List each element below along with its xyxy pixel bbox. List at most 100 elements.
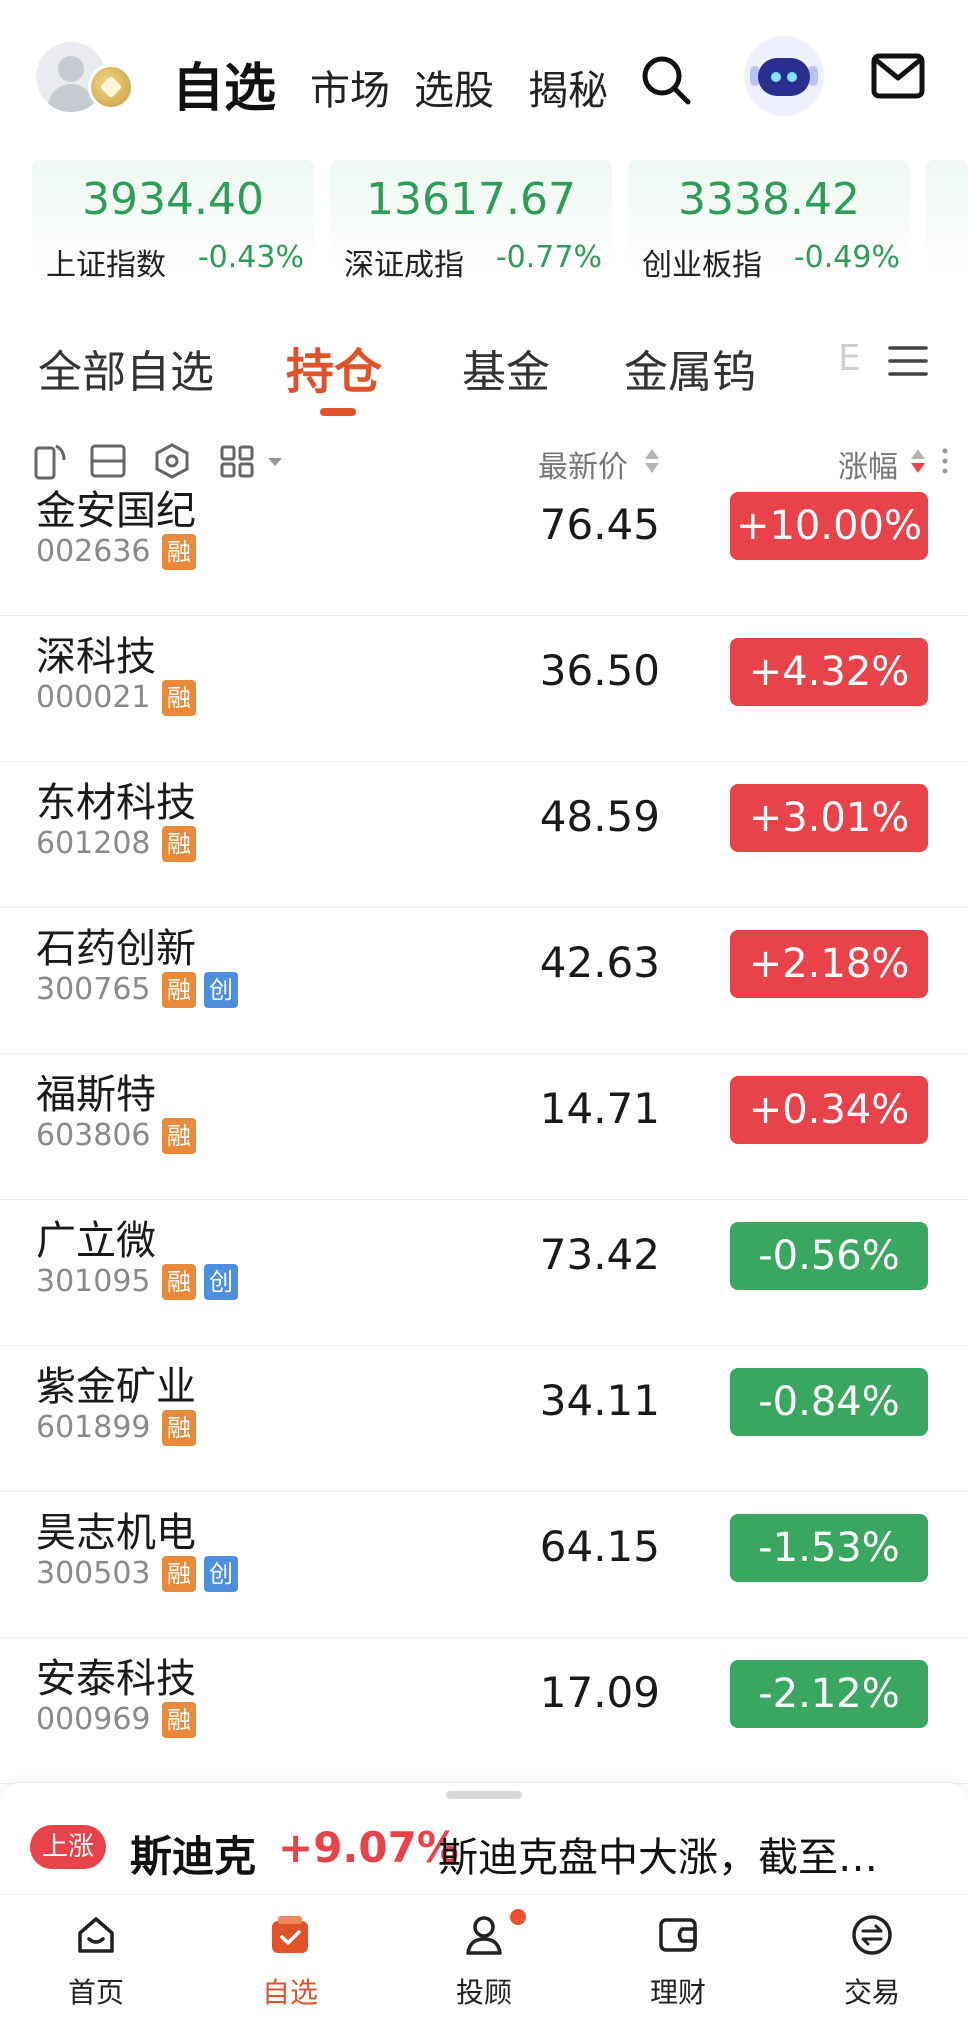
stock-code: 000021 xyxy=(36,680,151,715)
nav-link-reveal[interactable]: 揭秘 xyxy=(528,58,608,116)
index-name: 上证指数 xyxy=(46,248,166,283)
tab-holdings[interactable]: 持仓 xyxy=(286,332,382,402)
stock-name: 东材科技 xyxy=(36,780,196,826)
nav-item-label: 自选 xyxy=(261,1976,318,2009)
stock-price: 42.63 xyxy=(539,938,660,987)
stock-name: 紫金矿业 xyxy=(36,1364,196,1410)
stock-row[interactable]: 紫金矿业 601899 融 34.11 -0.84% xyxy=(0,1346,968,1492)
stock-row[interactable]: 深科技 000021 融 36.50 +4.32% xyxy=(0,616,968,762)
ai-assistant-icon[interactable] xyxy=(744,36,824,116)
index-change: -0.77% xyxy=(495,240,602,275)
index-card-shanghai[interactable]: 3934.40 上证指数 -0.43% xyxy=(32,160,314,283)
search-icon[interactable] xyxy=(638,52,694,108)
news-ticker[interactable]: 上涨 斯迪克 +9.07% 斯迪克盘中大涨，截至… xyxy=(0,1782,968,1894)
tab-funds[interactable]: 基金 xyxy=(462,336,550,400)
change-pill[interactable]: -1.53% xyxy=(730,1514,928,1582)
stock-name: 石药创新 xyxy=(36,926,196,972)
stock-name: 安泰科技 xyxy=(36,1656,196,1702)
margin-tag: 融 xyxy=(162,826,196,862)
change-pill[interactable]: -0.56% xyxy=(730,1222,928,1290)
ticker-headline: 斯迪克盘中大涨，截至… xyxy=(438,1835,878,1881)
index-change: -0.49% xyxy=(793,240,900,275)
stock-name: 昊志机电 xyxy=(36,1510,196,1556)
chinext-tag: 创 xyxy=(204,1556,238,1592)
notification-dot xyxy=(510,1909,526,1925)
stock-row[interactable]: 安泰科技 000969 融 17.09 -2.12% xyxy=(0,1638,968,1784)
tab-overflow-hint[interactable]: E xyxy=(838,338,861,379)
top-header: 自选 市场 选股 揭秘 xyxy=(0,0,968,150)
nav-item-label: 首页 xyxy=(67,1976,124,2009)
change-pill[interactable]: +0.34% xyxy=(730,1076,928,1144)
index-card-chinext[interactable]: 3338.42 创业板指 -0.49% xyxy=(628,160,910,283)
change-pill[interactable]: -0.84% xyxy=(730,1368,928,1436)
change-pill[interactable]: +4.32% xyxy=(730,638,928,706)
page-title[interactable]: 自选 xyxy=(172,46,276,121)
chinext-tag: 创 xyxy=(204,972,238,1008)
nav-item-label: 投顾 xyxy=(455,1976,512,2009)
stock-row[interactable]: 东材科技 601208 融 48.59 +3.01% xyxy=(0,762,968,908)
mail-icon[interactable] xyxy=(870,52,926,100)
nav-item-label: 理财 xyxy=(649,1976,706,2009)
nav-link-market[interactable]: 市场 xyxy=(310,58,390,116)
change-pill[interactable]: +10.00% xyxy=(730,492,928,560)
nav-item-advisor[interactable]: 投顾 xyxy=(424,1909,544,2013)
margin-tag: 融 xyxy=(162,1556,196,1592)
margin-tag: 融 xyxy=(162,1702,196,1738)
stock-name: 广立微 xyxy=(36,1218,156,1264)
stock-code: 603806 xyxy=(36,1118,151,1153)
wallet-icon xyxy=(659,1918,697,1952)
index-value: 13617.67 xyxy=(366,174,576,225)
trade-icon xyxy=(852,1915,892,1955)
stock-row[interactable]: 广立微 301095 融创 73.42 -0.56% xyxy=(0,1200,968,1346)
index-card-shenzhen[interactable]: 13617.67 深证成指 -0.77% xyxy=(330,160,612,283)
margin-tag: 融 xyxy=(162,680,196,716)
active-tab-indicator xyxy=(320,408,356,416)
tab-all-watchlist[interactable]: 全部自选 xyxy=(38,336,214,400)
nav-item-wealth[interactable]: 理财 xyxy=(618,1913,738,2013)
index-value: 3338.42 xyxy=(678,174,860,225)
margin-tag: 融 xyxy=(162,1410,196,1446)
nav-item-trade[interactable]: 交易 xyxy=(812,1913,932,2013)
nav-item-watchlist[interactable]: 自选 xyxy=(230,1913,350,2013)
stock-row[interactable]: 昊志机电 300503 融创 64.15 -1.53% xyxy=(0,1492,968,1638)
change-pill[interactable]: -2.12% xyxy=(730,1660,928,1728)
stock-price: 48.59 xyxy=(539,792,660,841)
stock-price: 76.45 xyxy=(539,500,660,549)
drag-handle[interactable] xyxy=(446,1791,522,1799)
bottom-navigation: 首页 自选 投顾 理财 交易 xyxy=(0,1894,968,2023)
stock-row[interactable]: 金安国纪 002636 融 76.45 +10.00% xyxy=(0,470,968,616)
stock-code: 300765 xyxy=(36,972,151,1007)
ticker-tag: 上涨 xyxy=(30,1825,106,1869)
stock-name: 福斯特 xyxy=(36,1072,156,1118)
home-icon xyxy=(78,1917,114,1953)
change-pill[interactable]: +2.18% xyxy=(730,930,928,998)
ticker-stock-name: 斯迪克 xyxy=(130,1832,257,1881)
chinext-tag: 创 xyxy=(204,1264,238,1300)
index-change: -0.43% xyxy=(197,240,304,275)
index-card-partial[interactable] xyxy=(926,160,968,278)
index-value: 3934.40 xyxy=(82,174,264,225)
tab-tungsten[interactable]: 金属钨 xyxy=(624,336,756,400)
nav-item-home[interactable]: 首页 xyxy=(36,1913,156,2013)
change-pill[interactable]: +3.01% xyxy=(730,784,928,852)
advisor-icon xyxy=(466,1916,502,1955)
watchlist-icon xyxy=(272,1916,308,1953)
stock-name: 深科技 xyxy=(36,634,156,680)
nav-item-label: 交易 xyxy=(843,1976,900,2009)
stock-row[interactable]: 石药创新 300765 融创 42.63 +2.18% xyxy=(0,908,968,1054)
index-name: 深证成指 xyxy=(344,248,464,283)
stock-price: 17.09 xyxy=(539,1668,660,1717)
stock-price: 14.71 xyxy=(539,1084,660,1133)
stock-price: 34.11 xyxy=(539,1376,660,1425)
stock-row[interactable]: 福斯特 603806 融 14.71 +0.34% xyxy=(0,1054,968,1200)
index-name: 创业板指 xyxy=(642,248,762,283)
nav-link-stock-picker[interactable]: 选股 xyxy=(414,58,494,116)
margin-tag: 融 xyxy=(162,972,196,1008)
menu-icon[interactable] xyxy=(888,344,928,378)
stock-code: 601208 xyxy=(36,826,151,861)
member-badge-icon[interactable] xyxy=(88,64,134,110)
margin-tag: 融 xyxy=(162,534,196,570)
margin-tag: 融 xyxy=(162,1118,196,1154)
ticker-change: +9.07% xyxy=(278,1823,459,1872)
stock-name: 金安国纪 xyxy=(36,488,196,534)
